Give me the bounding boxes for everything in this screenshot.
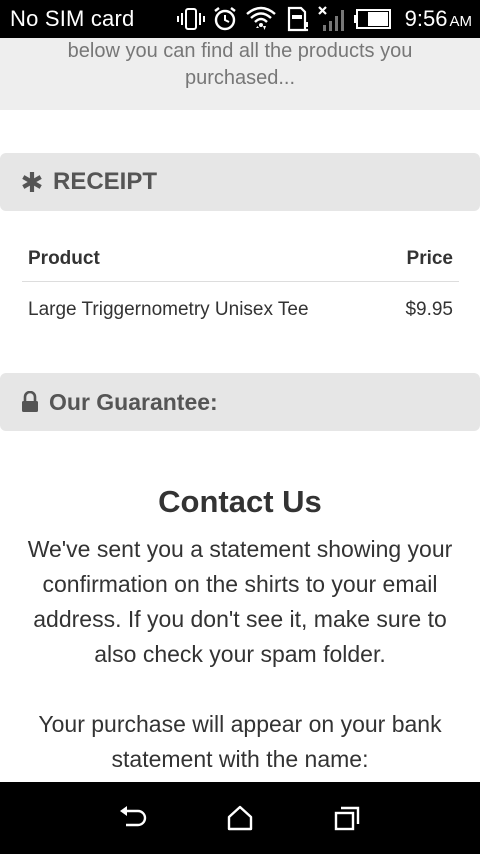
recent-apps-icon[interactable] — [317, 788, 377, 848]
guarantee-header[interactable]: Our Guarantee: — [0, 373, 480, 431]
intro-text: below you can find all the products you … — [67, 40, 413, 89]
asterisk-icon — [21, 171, 43, 193]
intro-panel: below you can find all the products you … — [0, 38, 480, 110]
column-header-product: Product — [28, 247, 100, 269]
column-header-price: Price — [406, 247, 453, 269]
clock-time: 9:56 — [404, 6, 448, 31]
home-icon[interactable] — [210, 788, 270, 848]
receipt-title: RECEIPT — [53, 168, 158, 195]
vibrate-icon — [176, 7, 205, 31]
status-bar: No SIM card 9:56 AM — [0, 0, 480, 38]
carrier-label: No SIM card — [10, 6, 135, 31]
table-row: Large Triggernometry Unisex Tee $9.95 — [22, 282, 459, 338]
alarm-icon — [212, 6, 238, 32]
contact-bank-statement-text: Your purchase will appear on your bank s… — [38, 711, 442, 772]
clock: 9:56 AM — [405, 6, 472, 32]
product-name: Large Triggernometry Unisex Tee — [28, 299, 309, 320]
table-header-row: Product Price — [22, 236, 459, 282]
guarantee-title: Our Guarantee: — [49, 388, 218, 415]
battery-icon — [353, 8, 392, 30]
no-signal-icon — [317, 5, 347, 33]
screen: No SIM card 9:56 AM below you can find a… — [0, 0, 480, 854]
contact-title: Contact Us — [158, 484, 322, 519]
contact-body: We've sent you a statement showing your … — [27, 536, 453, 667]
wifi-icon — [245, 4, 277, 34]
receipt-header: RECEIPT — [0, 153, 480, 211]
clock-ampm: AM — [449, 13, 473, 30]
product-price: $9.95 — [405, 299, 453, 320]
navigation-bar — [0, 782, 480, 854]
back-icon[interactable] — [103, 788, 163, 848]
sd-card-icon — [284, 6, 310, 32]
status-icons: 9:56 AM — [176, 4, 472, 34]
lock-icon — [21, 391, 39, 413]
receipt-table: Product Price Large Triggernometry Unise… — [22, 236, 459, 338]
